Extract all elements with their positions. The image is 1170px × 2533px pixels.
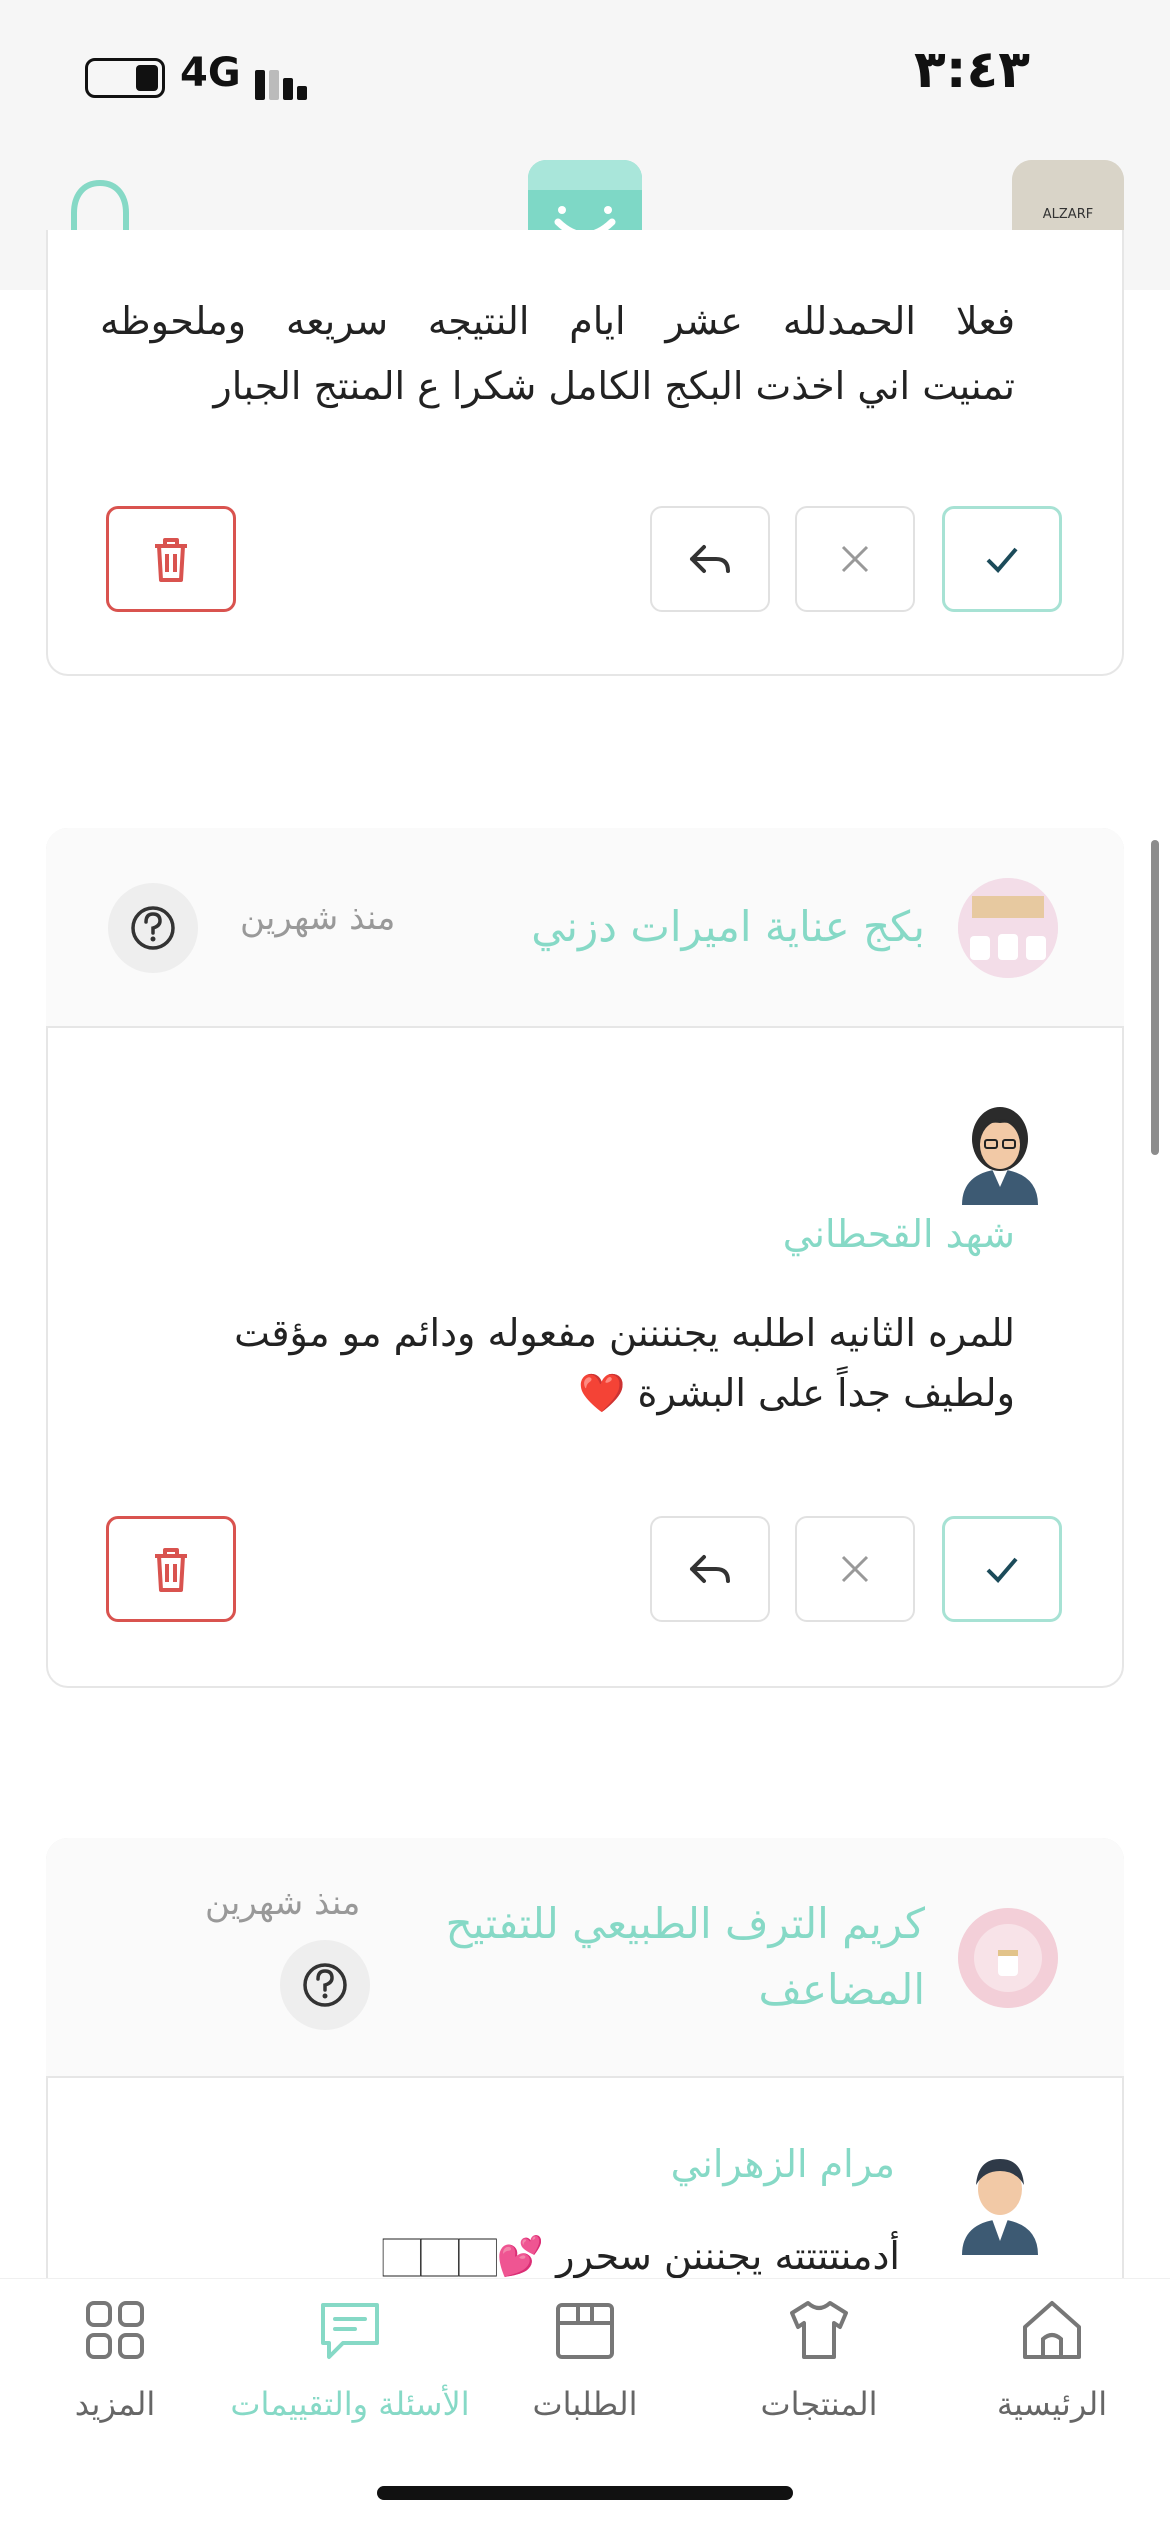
review-text: ولطيف جداً على البشرة ❤️ <box>578 1371 1015 1415</box>
reviewer-avatar <box>950 2145 1050 2255</box>
reviewer-name: مرام الزهراني <box>670 2142 895 2186</box>
product-thumbnail[interactable] <box>958 878 1058 978</box>
home-icon <box>1023 2301 1081 2359</box>
reply-button[interactable] <box>650 1516 770 1622</box>
nav-item-more[interactable]: المزيد <box>0 2295 230 2423</box>
question-icon-button[interactable] <box>108 883 198 973</box>
shirt-icon <box>790 2301 848 2359</box>
reply-icon <box>690 545 730 573</box>
approve-button[interactable] <box>942 506 1062 612</box>
approve-button[interactable] <box>942 1516 1062 1622</box>
close-icon <box>841 545 869 573</box>
home-indicator[interactable] <box>377 2486 793 2500</box>
nav-item-products[interactable]: المنتجات <box>704 2295 934 2423</box>
trash-icon <box>155 538 187 582</box>
scrollbar[interactable] <box>1151 840 1159 1155</box>
box-icon <box>556 2303 614 2359</box>
check-icon <box>986 1557 1018 1583</box>
delete-button[interactable] <box>106 506 236 612</box>
review-text: فعلا الحمدلله عشر ايام النتيجه سريعه ومل… <box>100 299 1015 343</box>
nav-label: الرئيسية <box>996 2385 1108 2423</box>
nav-label: الأسئلة والتقييمات <box>230 2385 470 2423</box>
question-icon <box>303 1963 347 2007</box>
delete-button[interactable] <box>106 1516 236 1622</box>
reviewer-avatar <box>950 1095 1050 1205</box>
product-title[interactable]: كريم الترف الطبيعي للتفتيح <box>430 1890 925 1958</box>
product-thumbnail[interactable] <box>958 1908 1058 2008</box>
time-ago: منذ شهرين <box>205 1883 361 1923</box>
svg-text:ALZARF: ALZARF <box>1043 207 1093 222</box>
question-icon-button[interactable] <box>280 1940 370 2030</box>
status-time: ٣:٤٣ <box>913 40 1030 100</box>
reviewer-name: شهد القحطاني <box>782 1212 1015 1256</box>
nav-item-home[interactable]: الرئيسية <box>937 2295 1167 2423</box>
review-text: للمره الثانيه اطلبه يجننننن مفعوله ودائم… <box>234 1311 1015 1355</box>
nav-label: المنتجات <box>760 2385 878 2423</box>
reject-button[interactable] <box>795 1516 915 1622</box>
grid-icon <box>86 2301 144 2359</box>
product-title[interactable]: بكج عناية اميرات دزني <box>430 893 925 961</box>
chat-icon <box>321 2303 379 2359</box>
reject-button[interactable] <box>795 506 915 612</box>
reply-icon <box>690 1555 730 1583</box>
signal-icon <box>255 60 325 100</box>
trash-icon <box>155 1548 187 1592</box>
review-text: تمنيت اني اخذت البكج الكامل شكرا ع المنت… <box>213 364 1015 408</box>
nav-item-questions-reviews[interactable]: الأسئلة والتقييمات <box>230 2295 470 2423</box>
nav-item-orders[interactable]: الطلبات <box>470 2295 700 2423</box>
time-ago: منذ شهرين <box>240 898 396 938</box>
network-label: 4G <box>180 50 241 96</box>
nav-label: المزيد <box>74 2385 156 2423</box>
product-title[interactable]: المضاعف <box>430 1956 925 2024</box>
check-icon <box>986 547 1018 573</box>
battery-icon <box>85 58 165 98</box>
close-icon <box>841 1555 869 1583</box>
reply-button[interactable] <box>650 506 770 612</box>
nav-label: الطلبات <box>532 2385 638 2423</box>
question-icon <box>131 906 175 950</box>
